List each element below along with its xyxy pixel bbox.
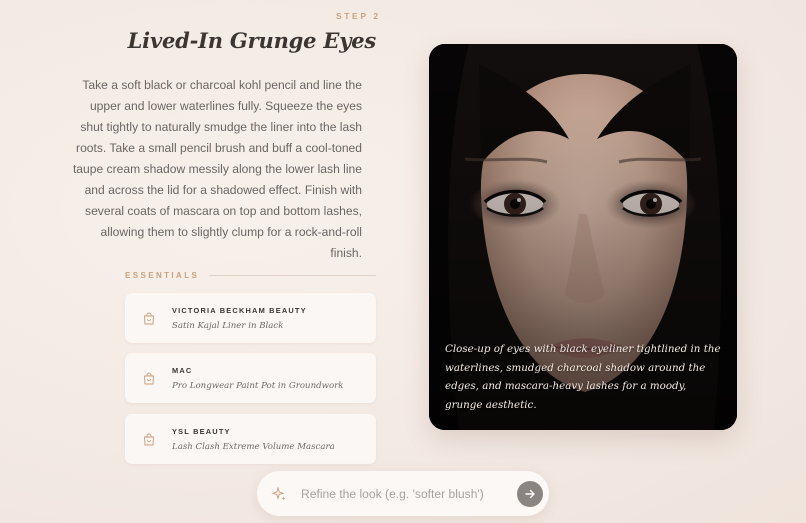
- product-info: YSL BEAUTY Lash Clash Extreme Volume Mas…: [172, 427, 335, 452]
- product-name: Satin Kajal Liner in Black: [172, 320, 284, 331]
- shopping-bag-icon: [125, 312, 172, 325]
- step-label: STEP 2: [336, 11, 381, 21]
- sparkle-icon: [257, 485, 301, 502]
- photo-caption: Close-up of eyes with black eyeliner tig…: [445, 343, 721, 411]
- product-brand: VICTORIA BECKHAM BEAUTY: [172, 305, 307, 315]
- refine-input[interactable]: [301, 486, 511, 501]
- essentials-header: ESSENTIALS: [125, 271, 376, 280]
- refine-bar: [257, 471, 549, 516]
- essentials-divider: [209, 275, 376, 276]
- product-info: MAC Pro Longwear Paint Pot in Groundwork: [172, 366, 343, 391]
- product-name: Lash Clash Extreme Volume Mascara: [172, 441, 335, 452]
- submit-button[interactable]: [517, 481, 543, 507]
- look-description: Take a soft black or charcoal kohl penci…: [72, 78, 362, 260]
- look-title: Lived-In Grunge Eyes: [127, 28, 377, 53]
- essentials-label: ESSENTIALS: [125, 271, 200, 280]
- look-photo: Close-up of eyes with black eyeliner tig…: [429, 44, 737, 430]
- product-card[interactable]: VICTORIA BECKHAM BEAUTY Satin Kajal Line…: [125, 293, 376, 343]
- product-name: Pro Longwear Paint Pot in Groundwork: [172, 380, 344, 391]
- product-card[interactable]: MAC Pro Longwear Paint Pot in Groundwork: [125, 353, 376, 403]
- shopping-bag-icon: [125, 372, 172, 385]
- shopping-bag-icon: [125, 433, 172, 446]
- product-card[interactable]: YSL BEAUTY Lash Clash Extreme Volume Mas…: [125, 414, 376, 464]
- product-brand: MAC: [172, 365, 193, 375]
- product-brand: YSL BEAUTY: [172, 426, 231, 436]
- arrow-right-icon: [525, 489, 535, 499]
- product-info: VICTORIA BECKHAM BEAUTY Satin Kajal Line…: [172, 306, 307, 331]
